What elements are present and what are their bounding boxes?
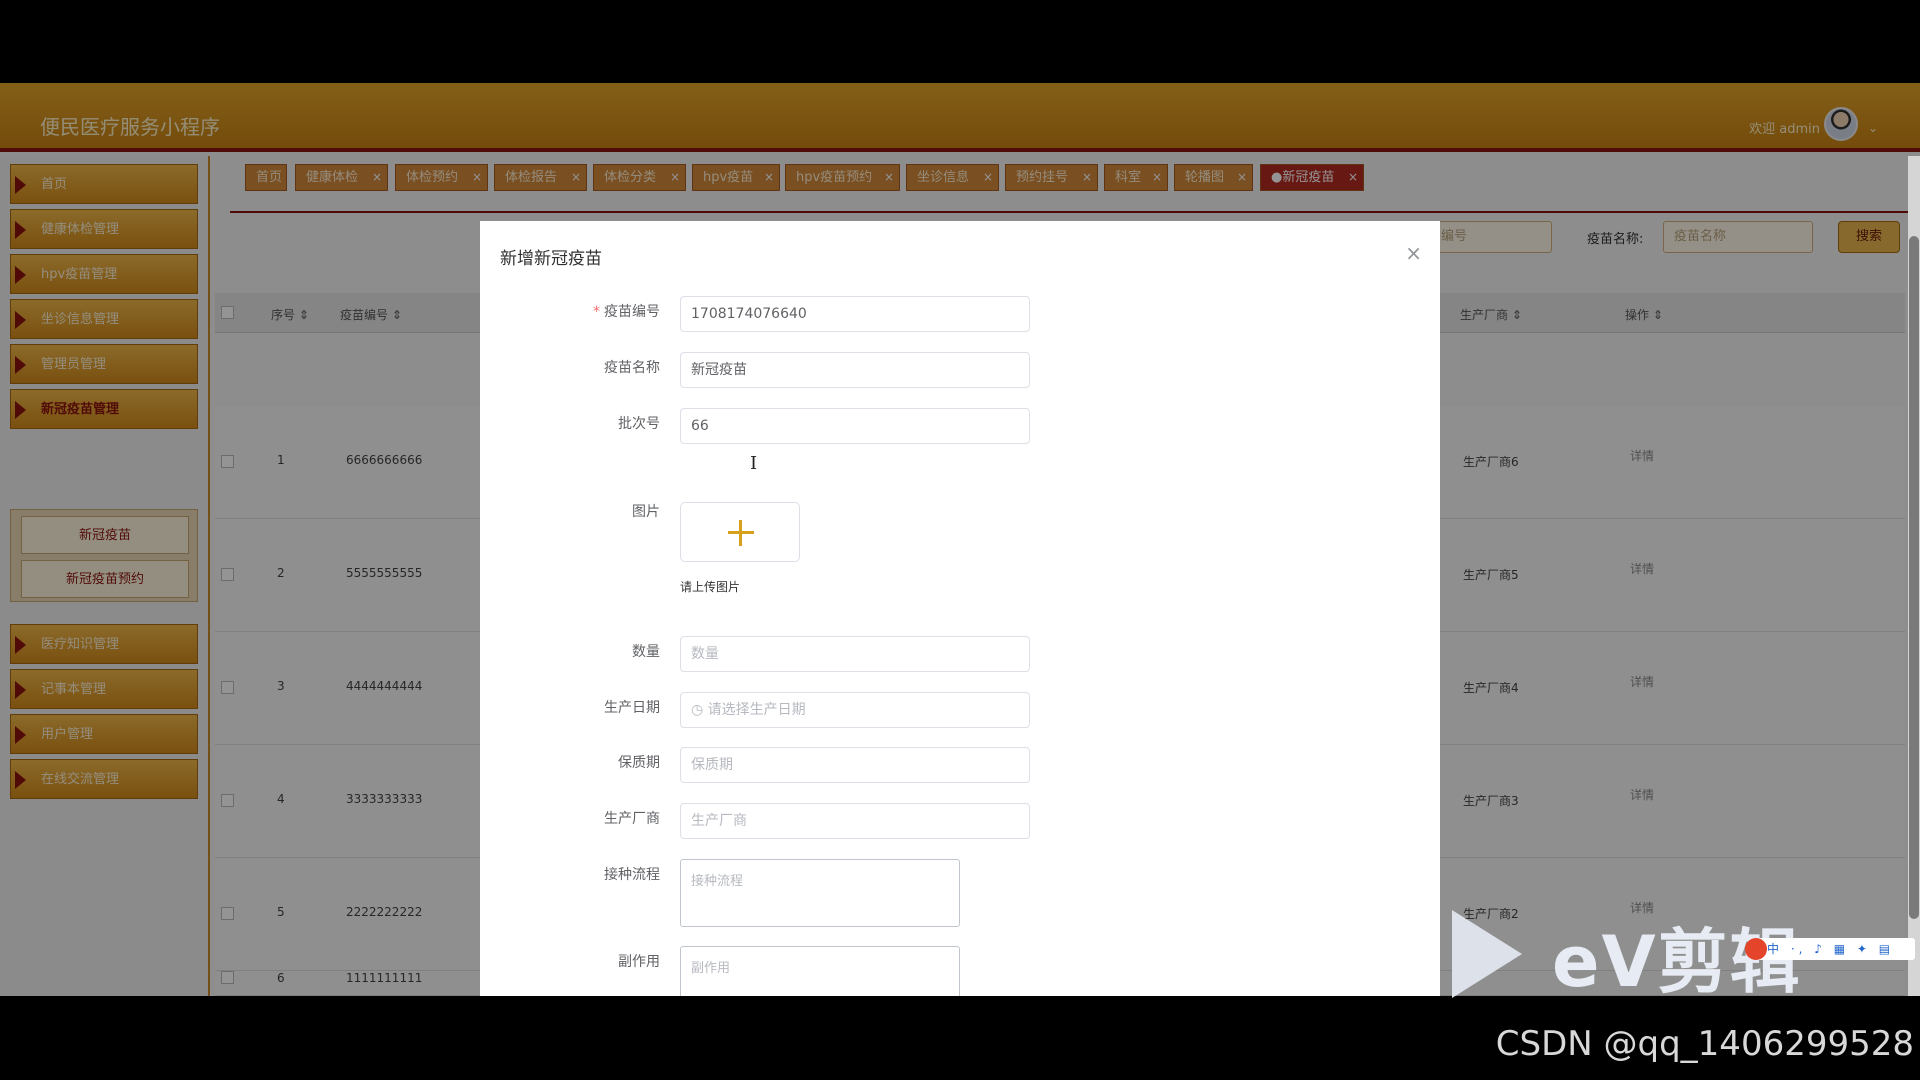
code-label: * 疫苗编号 bbox=[480, 301, 660, 321]
process-textarea[interactable]: 接种流程 bbox=[680, 859, 960, 927]
image-label: 图片 bbox=[632, 504, 660, 520]
batch-label: 批次号 bbox=[618, 416, 660, 432]
plus-icon bbox=[739, 520, 742, 546]
side-effect-label: 副作用 bbox=[618, 954, 660, 970]
quantity-label: 数量 bbox=[632, 644, 660, 660]
add-vaccine-dialog: 新增新冠疫苗 × * 疫苗编号 1708174076640 疫苗名称 新冠疫苗 批… bbox=[480, 221, 1440, 996]
date-label: 生产日期 bbox=[604, 700, 660, 716]
name-label: 疫苗名称 bbox=[604, 360, 660, 376]
close-icon[interactable]: × bbox=[1405, 241, 1422, 265]
scrollbar-thumb[interactable] bbox=[1909, 236, 1919, 919]
ime-icons: 中 ·, ♪ ▦ ✦ ▤ bbox=[1767, 942, 1895, 956]
required-mark: * bbox=[593, 304, 600, 320]
date-picker[interactable]: ◷ 请选择生产日期 bbox=[680, 692, 1030, 728]
maker-label: 生产厂商 bbox=[604, 811, 660, 827]
upload-hint: 请上传图片 bbox=[680, 580, 741, 594]
shelf-label: 保质期 bbox=[618, 755, 660, 771]
dialog-title: 新增新冠疫苗 bbox=[500, 249, 602, 269]
ime-logo-icon bbox=[1745, 938, 1767, 960]
maker-input[interactable]: 生产厂商 bbox=[680, 803, 1030, 839]
image-upload[interactable] bbox=[680, 502, 800, 562]
ime-toolbar[interactable]: 中 ·, ♪ ▦ ✦ ▤ bbox=[1745, 938, 1915, 960]
csdn-watermark: CSDN @qq_1406299528 bbox=[1495, 1024, 1914, 1064]
play-icon bbox=[1452, 910, 1522, 998]
quantity-input[interactable]: 数量 bbox=[680, 636, 1030, 672]
code-label-text: 疫苗编号 bbox=[604, 304, 660, 320]
side-effect-textarea[interactable]: 副作用 bbox=[680, 946, 960, 996]
name-input[interactable]: 新冠疫苗 bbox=[680, 352, 1030, 388]
process-label: 接种流程 bbox=[604, 867, 660, 883]
shelf-input[interactable]: 保质期 bbox=[680, 747, 1030, 783]
app-window: 便民医疗服务小程序 欢迎 admin ⌄ 首页 健康体检管理 hpv疫苗管理 坐… bbox=[0, 83, 1920, 996]
batch-input[interactable]: 66 bbox=[680, 408, 1030, 444]
vertical-scrollbar[interactable] bbox=[1908, 156, 1920, 996]
text-cursor-icon: I bbox=[750, 453, 758, 474]
code-input[interactable]: 1708174076640 bbox=[680, 296, 1030, 332]
